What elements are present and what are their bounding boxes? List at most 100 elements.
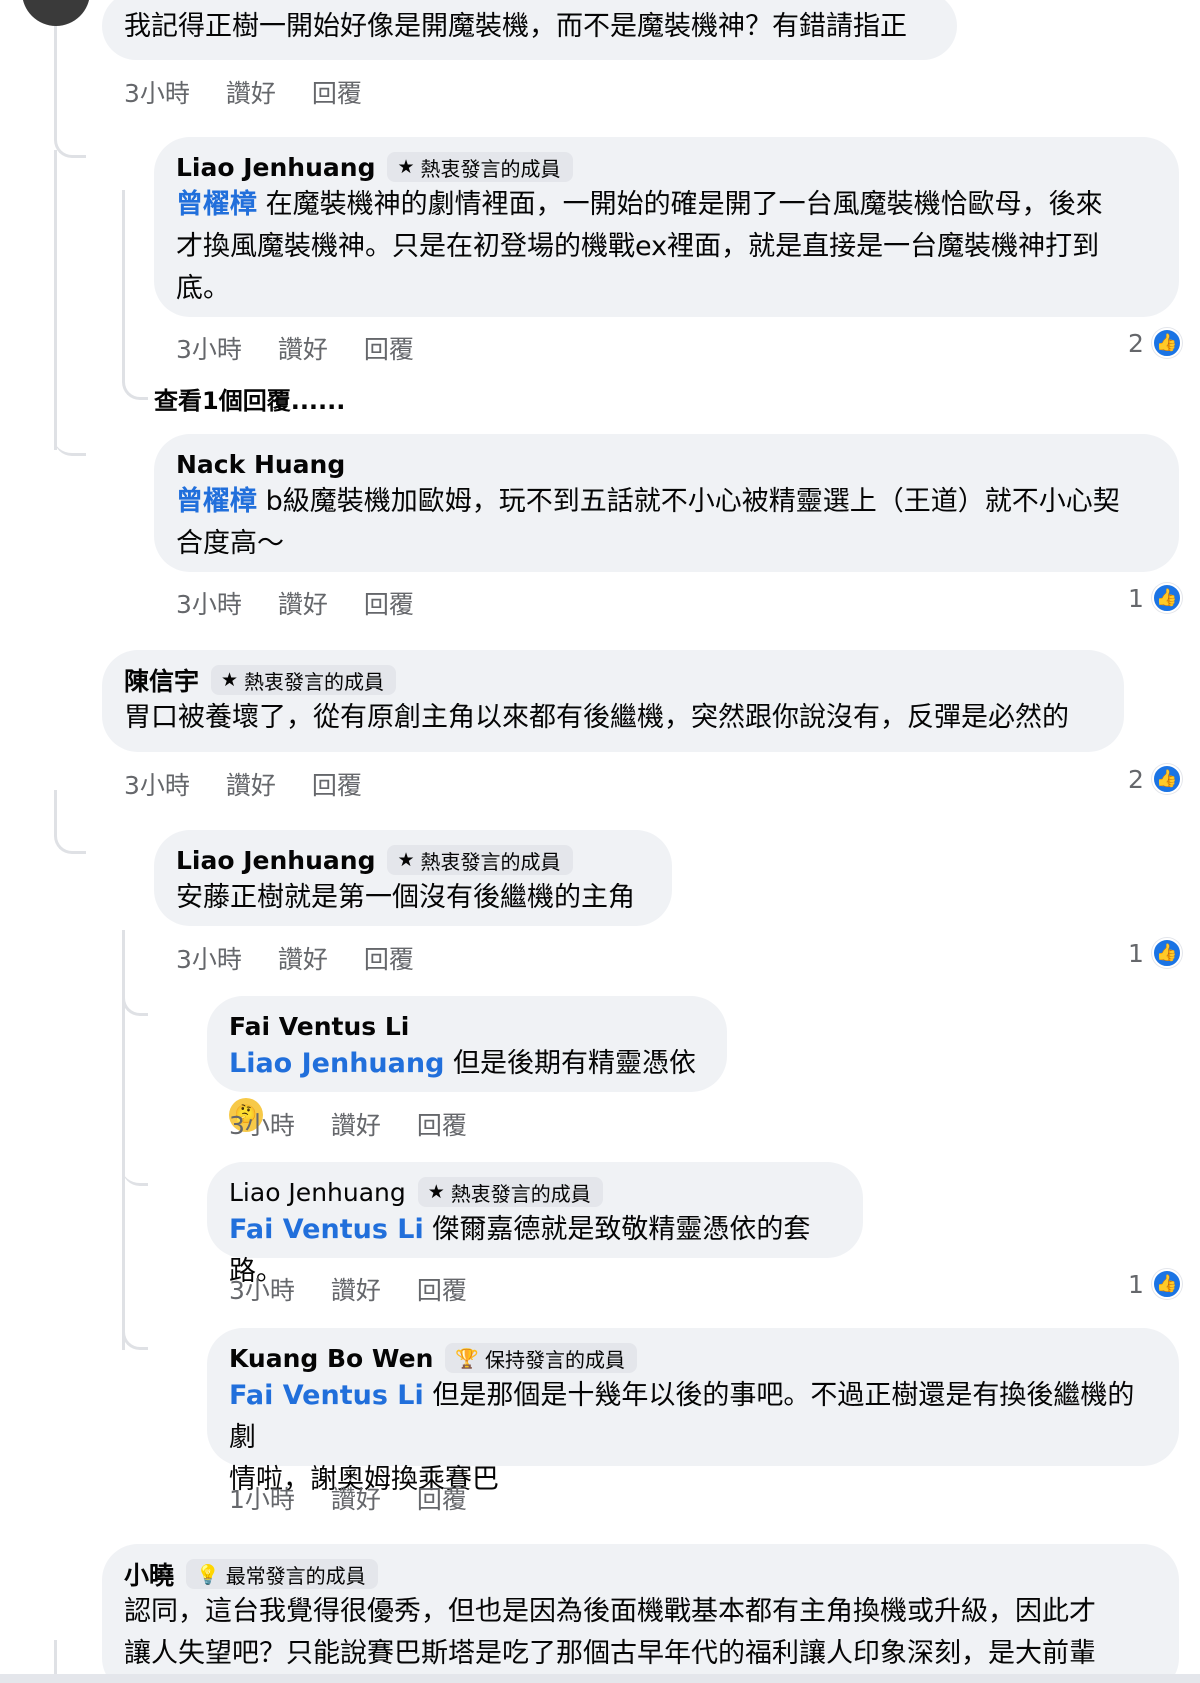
comment-actions: 3小時 讚好 回覆 [229, 1271, 503, 1307]
like-button[interactable]: 讚好 [226, 766, 276, 802]
author-name[interactable]: 陳信宇 [124, 662, 199, 698]
comment-bubble: Liao Jenhuang ★ 熱衷發言的成員 Fai Ventus Li 傑爾嘉… [207, 1162, 863, 1287]
star-icon: ★ [427, 1181, 445, 1203]
thread-connector [54, 10, 86, 158]
author-name[interactable]: Liao Jenhuang [176, 153, 375, 182]
comment-actions: 1小時 讚好 回覆 [229, 1480, 503, 1516]
member-badge: ★ 熱衷發言的成員 [211, 665, 397, 695]
comment-bubble: Fai Ventus Li Liao Jenhuang 但是後期有精靈憑依🤔 [207, 996, 727, 1132]
reply-button[interactable]: 回覆 [364, 330, 414, 366]
member-badge: 💡 最常發言的成員 [186, 1559, 378, 1589]
text-line: 底。 [176, 273, 230, 304]
thread-connector [54, 790, 86, 854]
thumbs-up-icon: 👍 [1151, 583, 1182, 613]
member-badge: ★ 熱衷發言的成員 [417, 1177, 603, 1207]
comment-text: 胃口被養壞了，從有原創主角以來都有後繼機，突然跟你說沒有，反彈是必然的 [124, 702, 1069, 733]
author-row: 陳信宇 ★ 熱衷發言的成員 [124, 663, 1102, 697]
comment-time[interactable]: 3小時 [176, 330, 242, 366]
author-row: Nack Huang [176, 447, 1157, 481]
like-button[interactable]: 讚好 [278, 585, 328, 621]
star-icon: ★ [397, 156, 415, 178]
text-line: b級魔裝機加歐姆，玩不到五話就不小心被精靈選上（王道）就不小心契 [257, 486, 1120, 517]
reaction-number: 2 [1128, 764, 1144, 794]
like-button[interactable]: 讚好 [226, 74, 276, 110]
author-name[interactable]: Liao Jenhuang [176, 846, 375, 875]
comment-actions: 3小時 讚好 回覆 [176, 940, 450, 976]
member-badge: ★ 熱衷發言的成員 [387, 845, 573, 875]
text-line: 讓人失望吧？只能說賽巴斯塔是吃了那個古早年代的福利讓人印象深刻，是大前輩 [124, 1638, 1096, 1669]
thread-connector [122, 950, 148, 1016]
reply-button[interactable]: 回覆 [417, 1480, 467, 1516]
text-line: 但是後期有精靈憑依 [444, 1048, 697, 1079]
text-line: 在魔裝機神的劇情裡面，一開始的確是開了一台風魔裝機恰歐母，後來 [257, 189, 1103, 220]
mention-link[interactable]: Liao Jenhuang [229, 1048, 444, 1079]
reaction-count[interactable]: 2 👍 [1128, 325, 1182, 361]
like-button[interactable]: 讚好 [331, 1271, 381, 1307]
member-badge: ★ 熱衷發言的成員 [387, 152, 573, 182]
comment-time[interactable]: 3小時 [176, 940, 242, 976]
like-button[interactable]: 讚好 [331, 1480, 381, 1516]
reaction-count[interactable]: 2 👍 [1128, 761, 1182, 797]
star-icon: ★ [397, 849, 415, 871]
text-line: 認同，這台我覺得很優秀，但也是因為後面機戰基本都有主角換機或升級，因此才 [124, 1596, 1096, 1627]
reaction-count[interactable]: 1 👍 [1128, 935, 1182, 971]
badge-label: 熱衷發言的成員 [244, 669, 385, 694]
thread-connector [54, 300, 86, 456]
reaction-count[interactable]: 1 👍 [1128, 580, 1182, 616]
author-name[interactable]: Nack Huang [176, 450, 345, 479]
badge-label: 熱衷發言的成員 [450, 1181, 591, 1206]
comment-time[interactable]: 3小時 [229, 1271, 295, 1307]
comment-time[interactable]: 3小時 [124, 766, 190, 802]
comment-time[interactable]: 3小時 [176, 585, 242, 621]
author-name[interactable]: 小曉 [124, 1556, 174, 1592]
thumbs-up-icon: 👍 [1151, 764, 1182, 794]
like-button[interactable]: 讚好 [331, 1106, 381, 1142]
reply-button[interactable]: 回覆 [417, 1106, 467, 1142]
comment-actions: 3小時 讚好 回覆 [176, 585, 450, 621]
comment-text: 安藤正樹就是第一個沒有後繼機的主角 [176, 882, 635, 913]
comment-time[interactable]: 1小時 [229, 1480, 295, 1516]
like-button[interactable]: 讚好 [278, 940, 328, 976]
mention-link[interactable]: Fai Ventus Li [229, 1214, 424, 1245]
thread-connector [122, 1120, 148, 1186]
reply-button[interactable]: 回覆 [364, 940, 414, 976]
comment-actions: 3小時 讚好 回覆 [229, 1106, 503, 1142]
comment-bubble: 陳信宇 ★ 熱衷發言的成員 胃口被養壞了，從有原創主角以來都有後繼機，突然跟你說沒… [102, 650, 1124, 752]
author-name[interactable]: Kuang Bo Wen [229, 1344, 433, 1373]
mention-link[interactable]: Fai Ventus Li [229, 1380, 424, 1411]
thread-connector [122, 190, 148, 400]
comment-bubble: Kuang Bo Wen 🏆 保持發言的成員 Fai Ventus Li 但是那個… [207, 1328, 1179, 1495]
reaction-number: 1 [1128, 1269, 1144, 1299]
reply-button[interactable]: 回覆 [312, 766, 362, 802]
comment-time[interactable]: 3小時 [124, 74, 190, 110]
thumbs-up-icon: 👍 [1151, 938, 1182, 968]
comment-text: 曾櫂樟 在魔裝機神的劇情裡面，一開始的確是開了一台風魔裝機恰歐母，後來 [176, 184, 1157, 226]
trophy-icon: 🏆 [455, 1347, 480, 1370]
author-name[interactable]: Liao Jenhuang [229, 1178, 406, 1207]
view-replies-link[interactable]: 查看1個回覆...... [154, 381, 345, 416]
badge-label: 熱衷發言的成員 [420, 849, 561, 874]
comment-bubble: Liao Jenhuang ★ 熱衷發言的成員 安藤正樹就是第一個沒有後繼機的主角 [154, 830, 672, 926]
mention-link[interactable]: 曾櫂樟 [176, 189, 257, 220]
author-row: Liao Jenhuang ★ 熱衷發言的成員 [229, 1175, 841, 1209]
reply-button[interactable]: 回覆 [312, 74, 362, 110]
thread-connector [122, 1290, 148, 1350]
mention-link[interactable]: 曾櫂樟 [176, 486, 257, 517]
member-badge: 🏆 保持發言的成員 [445, 1343, 638, 1373]
author-row: Kuang Bo Wen 🏆 保持發言的成員 [229, 1341, 1157, 1375]
comment-time[interactable]: 3小時 [229, 1106, 295, 1142]
author-name[interactable]: Fai Ventus Li [229, 1012, 409, 1041]
reply-button[interactable]: 回覆 [364, 585, 414, 621]
badge-label: 最常發言的成員 [225, 1563, 366, 1588]
comment-bubble: Liao Jenhuang ★ 熱衷發言的成員 曾櫂樟 在魔裝機神的劇情裡面，一開… [154, 137, 1179, 317]
reaction-count[interactable]: 1 👍 [1128, 1266, 1182, 1302]
like-button[interactable]: 讚好 [278, 330, 328, 366]
author-row: Liao Jenhuang ★ 熱衷發言的成員 [176, 150, 1157, 184]
star-icon: ★ [221, 669, 239, 691]
author-row: 小曉 💡 最常發言的成員 [124, 1557, 1157, 1591]
bottom-divider [0, 1674, 1200, 1683]
author-row: Fai Ventus Li [229, 1009, 705, 1043]
reply-button[interactable]: 回覆 [417, 1271, 467, 1307]
comment-actions: 3小時 讚好 回覆 [124, 74, 398, 110]
text-line: 才換風魔裝機神。只是在初登場的機戰ex裡面，就是直接是一台魔裝機神打到 [176, 231, 1100, 262]
